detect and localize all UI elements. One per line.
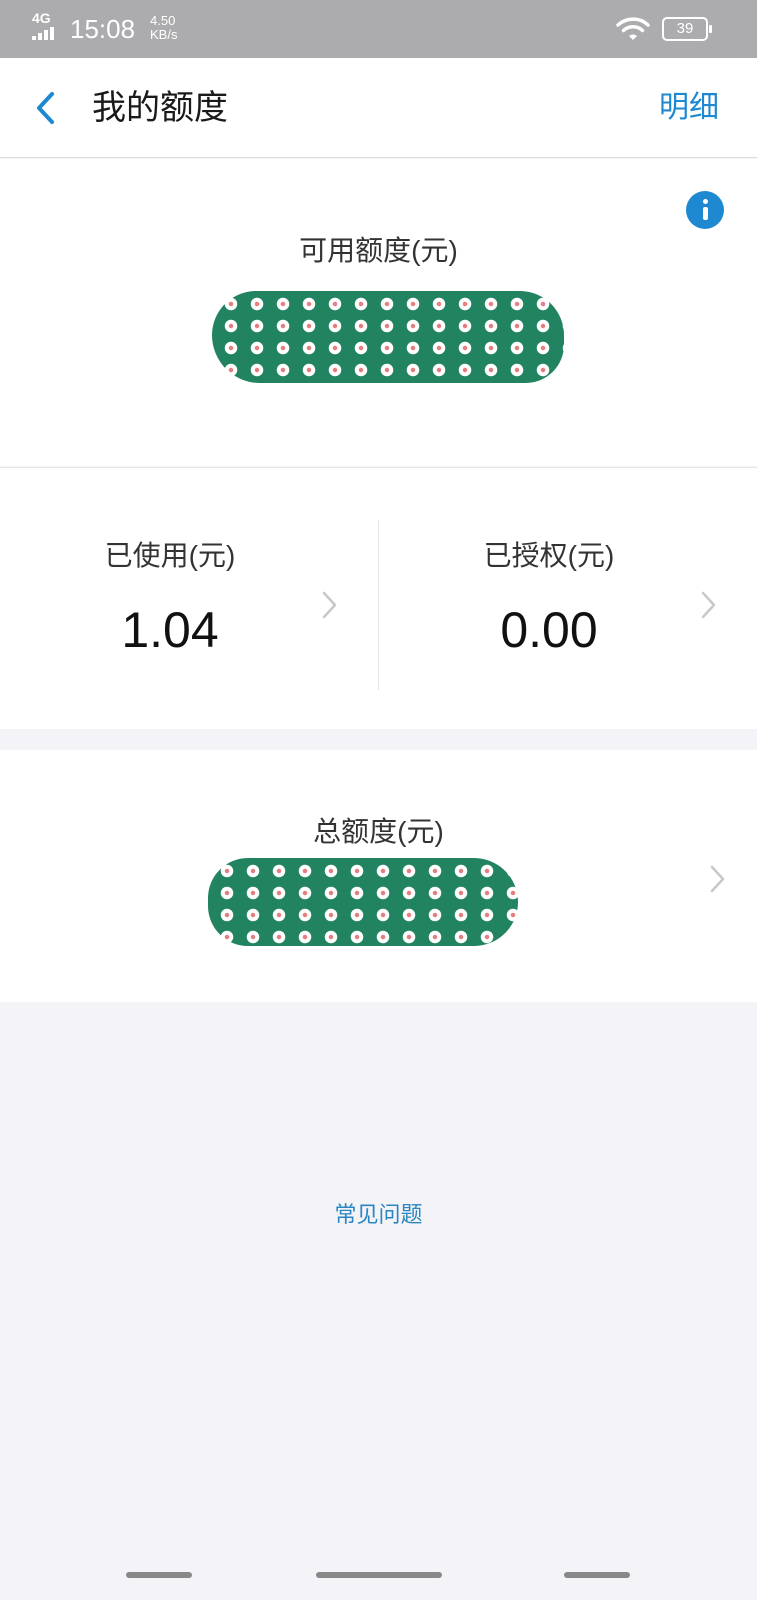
available-credit-label: 可用额度(元)	[299, 235, 458, 266]
chevron-left-icon[interactable]	[26, 86, 66, 130]
signal-icon	[32, 27, 54, 40]
used-credit-label: 已使用(元)	[104, 540, 236, 571]
used-credit-item[interactable]: 已使用(元) 1.04	[0, 468, 378, 730]
page-title: 我的额度	[92, 89, 228, 127]
used-credit-value: 1.04	[121, 602, 219, 658]
available-credit-card: 可用额度(元)	[0, 159, 757, 466]
nav-home-pill[interactable]	[316, 1572, 442, 1578]
network-type: 4G	[32, 10, 51, 26]
status-bar: 4G 15:08 4.50 KB/s 39	[0, 0, 757, 58]
authorized-credit-item[interactable]: 已授权(元) 0.00	[379, 468, 757, 730]
total-credit-item[interactable]: 总额度(元)	[0, 750, 757, 1002]
redacted-total-amount	[208, 858, 518, 946]
app-header: 我的额度 明细	[0, 58, 757, 158]
nav-menu-pill[interactable]	[126, 1572, 192, 1578]
network-speed: 4.50 KB/s	[150, 14, 177, 42]
clock: 15:08	[70, 14, 136, 44]
wifi-icon	[616, 17, 650, 40]
authorized-credit-value: 0.00	[500, 602, 598, 658]
chevron-right-icon	[710, 865, 725, 893]
info-icon[interactable]	[686, 191, 724, 229]
chevron-right-icon	[322, 591, 337, 619]
faq-link[interactable]: 常见问题	[0, 1200, 757, 1230]
total-credit-label: 总额度(元)	[313, 816, 444, 847]
speed-unit: KB/s	[150, 27, 178, 42]
detail-button[interactable]: 明细	[659, 86, 719, 130]
redacted-available-amount	[212, 291, 564, 383]
nav-back-pill[interactable]	[564, 1572, 630, 1578]
authorized-credit-label: 已授权(元)	[483, 540, 615, 571]
usage-stats: 已使用(元) 1.04 已授权(元) 0.00	[0, 467, 757, 729]
chevron-right-icon	[701, 591, 716, 619]
battery-icon: 39	[662, 17, 712, 41]
speed-value: 4.50	[150, 13, 176, 28]
